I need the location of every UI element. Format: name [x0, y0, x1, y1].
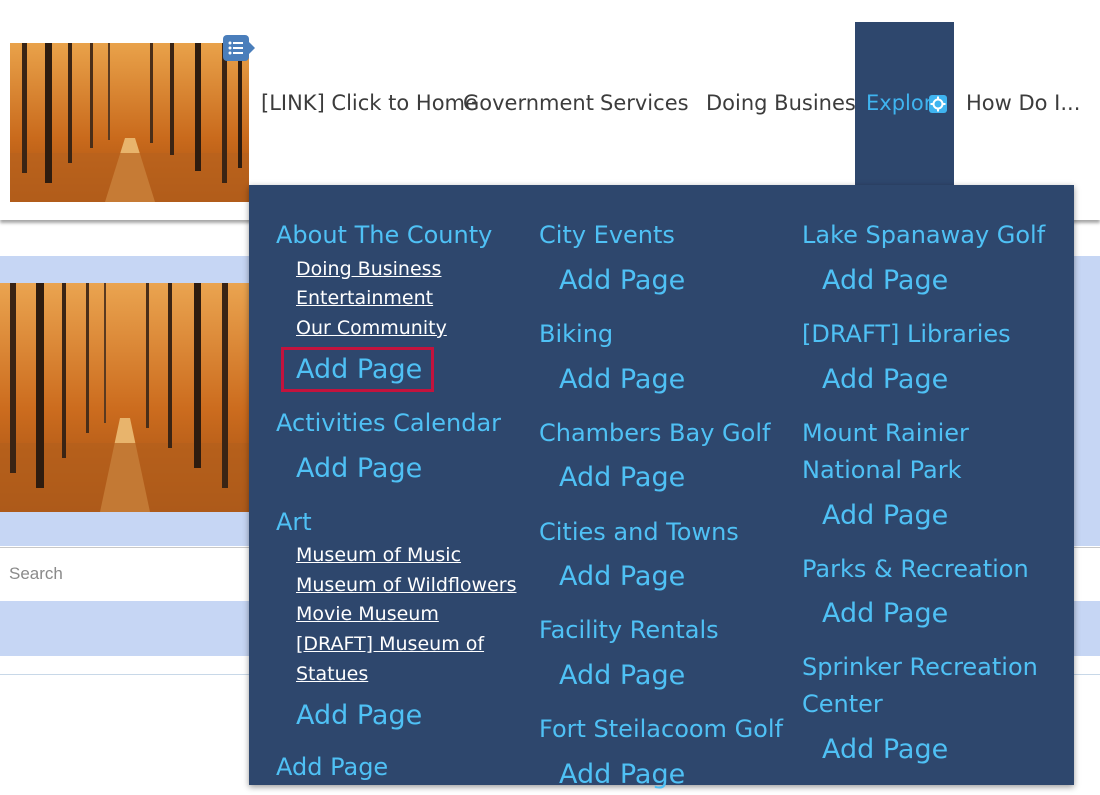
add-page-button[interactable]: Add Page	[296, 449, 422, 489]
header-logo-image[interactable]	[10, 43, 249, 202]
crosshair-icon[interactable]	[929, 95, 947, 113]
add-page-button[interactable]: Add Page	[559, 261, 685, 301]
add-page-button[interactable]: Add Page	[559, 755, 685, 795]
menu-fort-steilacoom-golf[interactable]: Fort Steilacoom Golf	[539, 711, 783, 748]
add-page-button[interactable]: Add Page	[822, 594, 948, 634]
add-page-button[interactable]: Add Page	[822, 261, 948, 301]
search-input[interactable]: Search	[9, 564, 63, 584]
menu-mount-rainier[interactable]: Mount Rainier	[802, 415, 969, 452]
menu-sprinker-recreation[interactable]: Sprinker Recreation	[802, 649, 1038, 686]
menu-link-doing-business[interactable]: Doing Business	[296, 254, 441, 284]
menu-draft-libraries[interactable]: [DRAFT] Libraries	[802, 316, 1011, 353]
menu-facility-rentals[interactable]: Facility Rentals	[539, 612, 719, 649]
menu-link-museum-statues-cont[interactable]: Statues	[296, 659, 368, 689]
add-page-button[interactable]: Add Page	[276, 747, 388, 787]
menu-biking[interactable]: Biking	[539, 316, 613, 353]
menu-link-museum-wildflowers[interactable]: Museum of Wildflowers	[296, 570, 517, 600]
add-page-button[interactable]: Add Page	[822, 496, 948, 536]
nav-doing-business[interactable]: Doing Business	[706, 22, 856, 185]
menu-parks-recreation[interactable]: Parks & Recreation	[802, 551, 1029, 588]
add-page-button[interactable]: Add Page	[559, 360, 685, 400]
menu-cities-towns[interactable]: Cities and Towns	[539, 514, 739, 551]
menu-chambers-bay-golf[interactable]: Chambers Bay Golf	[539, 415, 770, 452]
menu-link-museum-music[interactable]: Museum of Music	[296, 540, 461, 570]
selection-highlight	[281, 347, 434, 392]
menu-sprinker-recreation-cont[interactable]: Center	[802, 686, 883, 723]
add-page-button[interactable]: Add Page	[296, 696, 422, 736]
explore-dropdown-menu: About The County Doing Business Entertai…	[249, 185, 1074, 790]
add-page-button[interactable]: Add Page	[822, 730, 948, 770]
list-edit-icon[interactable]	[223, 35, 255, 61]
nav-home-link[interactable]: [LINK] Click to Home	[261, 22, 478, 185]
menu-city-events[interactable]: City Events	[539, 217, 675, 254]
add-page-button[interactable]: Add Page	[559, 458, 685, 498]
nav-government[interactable]: Government	[463, 22, 594, 185]
hero-image	[0, 283, 249, 512]
nav-explore[interactable]: Explore	[855, 22, 954, 185]
nav-how-do-i[interactable]: How Do I...	[966, 22, 1080, 185]
menu-about-county[interactable]: About The County	[276, 217, 492, 254]
menu-link-our-community[interactable]: Our Community	[296, 313, 447, 343]
menu-activities-calendar[interactable]: Activities Calendar	[276, 405, 501, 442]
menu-art[interactable]: Art	[276, 504, 312, 541]
add-page-button[interactable]: Add Page	[559, 656, 685, 696]
nav-services[interactable]: Services	[600, 22, 689, 185]
menu-link-movie-museum[interactable]: Movie Museum	[296, 599, 439, 629]
menu-link-museum-statues[interactable]: [DRAFT] Museum of	[296, 629, 484, 659]
menu-lake-spanaway-golf[interactable]: Lake Spanaway Golf	[802, 217, 1045, 254]
add-page-button[interactable]: Add Page	[822, 360, 948, 400]
menu-link-entertainment[interactable]: Entertainment	[296, 283, 433, 313]
menu-mount-rainier-cont[interactable]: National Park	[802, 452, 962, 489]
add-page-button[interactable]: Add Page	[559, 557, 685, 597]
